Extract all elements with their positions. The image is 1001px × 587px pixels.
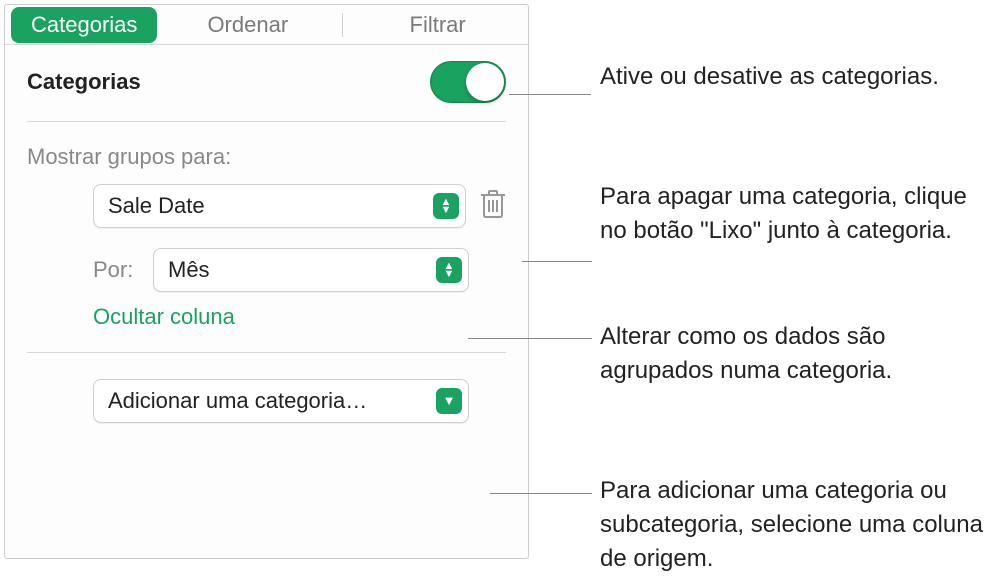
- add-category-label: Adicionar uma categoria…: [108, 388, 367, 414]
- by-value: Mês: [168, 257, 210, 283]
- add-category-select[interactable]: Adicionar uma categoria… ▼: [93, 379, 469, 423]
- callout-toggle: Ative ou desative as categorias.: [600, 60, 940, 94]
- hide-column-link[interactable]: Ocultar coluna: [93, 304, 235, 330]
- leader-line: [468, 338, 592, 339]
- updown-icon: ▲ ▼: [436, 257, 462, 283]
- callout-by: Alterar como os dados são agrupados numa…: [600, 320, 1000, 388]
- tab-categorias[interactable]: Categorias: [11, 7, 157, 43]
- leader-line: [522, 261, 592, 262]
- toggle-knob: [466, 63, 504, 101]
- tab-divider: [342, 13, 343, 37]
- leader-line: [490, 493, 592, 494]
- callout-add: Para adicionar uma categoria ou subcateg…: [600, 474, 1000, 576]
- source-column-select[interactable]: Sale Date ▲ ▼: [93, 184, 466, 228]
- tabs-bar: Categorias Ordenar Filtrar: [5, 5, 528, 45]
- leader-line: [509, 94, 591, 95]
- callout-trash: Para apagar uma categoria, clique no bot…: [600, 180, 1000, 248]
- categories-toggle[interactable]: [430, 61, 506, 103]
- section-header: Categorias: [5, 45, 528, 122]
- tab-ordenar[interactable]: Ordenar: [157, 5, 338, 45]
- by-select[interactable]: Mês ▲ ▼: [153, 248, 469, 292]
- chevron-down-icon: ▼: [436, 388, 462, 414]
- divider: [27, 352, 506, 353]
- panel-body: Mostrar grupos para: Sale Date ▲ ▼: [5, 122, 528, 423]
- tab-filtrar[interactable]: Filtrar: [347, 5, 528, 45]
- source-column-value: Sale Date: [108, 193, 205, 219]
- categories-panel: Categorias Ordenar Filtrar Categorias Mo…: [4, 4, 529, 559]
- updown-icon: ▲ ▼: [433, 193, 459, 219]
- section-title: Categorias: [27, 69, 141, 95]
- show-groups-label: Mostrar grupos para:: [27, 144, 506, 170]
- by-label: Por:: [93, 257, 139, 283]
- trash-icon[interactable]: [480, 188, 506, 225]
